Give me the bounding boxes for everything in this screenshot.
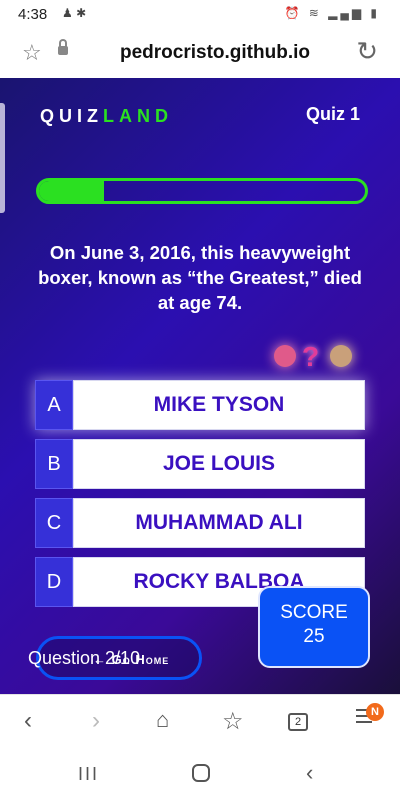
system-back-icon[interactable]: ‹ (306, 760, 313, 786)
bookmark-star-icon[interactable]: ☆ (22, 40, 42, 66)
quiz-app: QUIZLAND Quiz 1 On June 3, 2016, this he… (0, 78, 400, 694)
edge-panel-handle[interactable] (0, 103, 5, 213)
status-bar: 4:38 ♟ ✱ ⏰ ≋ ▂▄▆ ▮ (0, 0, 400, 30)
answer-text: JOE LOUIS (73, 439, 365, 489)
browser-bottom-nav: ‹ › ⌂ ☆ 2 N (0, 694, 400, 750)
status-time: 4:38 (18, 6, 48, 23)
logo-quiz-text: QUIZ (40, 106, 103, 126)
system-nav-bar: III ‹ (0, 750, 400, 800)
answer-letter: B (35, 439, 73, 489)
back-icon[interactable]: ‹ (24, 707, 32, 735)
answer-letter: C (35, 498, 73, 548)
answer-option-b[interactable]: B JOE LOUIS (35, 439, 365, 489)
notification-badge: N (366, 703, 384, 721)
quizland-logo: QUIZLAND (40, 106, 173, 127)
home-icon[interactable]: ⌂ (156, 707, 169, 733)
score-label: SCORE (280, 602, 348, 623)
recents-icon[interactable]: III (78, 764, 99, 785)
question-mark-icon: ? (302, 341, 320, 372)
answer-option-c[interactable]: C MUHAMMAD ALI (35, 498, 365, 548)
system-home-icon[interactable] (192, 764, 210, 782)
bookmarks-icon[interactable]: ☆ (222, 707, 244, 736)
system-status-icons: ⏰ ≋ ▂▄▆ ▮ (284, 6, 380, 20)
reload-icon[interactable]: ↻ (356, 36, 378, 67)
tabs-icon[interactable]: 2 (288, 713, 308, 731)
notification-icons: ♟ ✱ (62, 6, 87, 20)
lock-icon (58, 39, 68, 56)
answer-letter: D (35, 557, 73, 607)
progress-fill (39, 181, 105, 201)
score-box: SCORE 25 (258, 586, 370, 668)
quiz-number: Quiz 1 (305, 104, 360, 124)
lightbulb-question-icon: ? (262, 341, 362, 381)
answer-text: MIKE TYSON (73, 380, 365, 430)
answer-option-a[interactable]: A MIKE TYSON (35, 380, 365, 430)
question-counter: Question 2/10 (28, 648, 141, 668)
forward-icon[interactable]: › (92, 707, 100, 735)
logo-land-text: LAND (103, 106, 173, 126)
lightbulb-icon (330, 345, 352, 367)
question-text: On June 3, 2016, this heavyweight boxer,… (38, 242, 362, 313)
answer-letter: A (35, 380, 73, 430)
browser-toolbar: ☆ pedrocristo.github.io ↻ (0, 30, 400, 78)
address-bar-url[interactable]: pedrocristo.github.io (120, 42, 310, 64)
score-value: 25 (303, 626, 325, 647)
answer-text: MUHAMMAD ALI (73, 498, 365, 548)
progress-bar (36, 178, 368, 204)
lightbulb-icon (274, 345, 296, 367)
